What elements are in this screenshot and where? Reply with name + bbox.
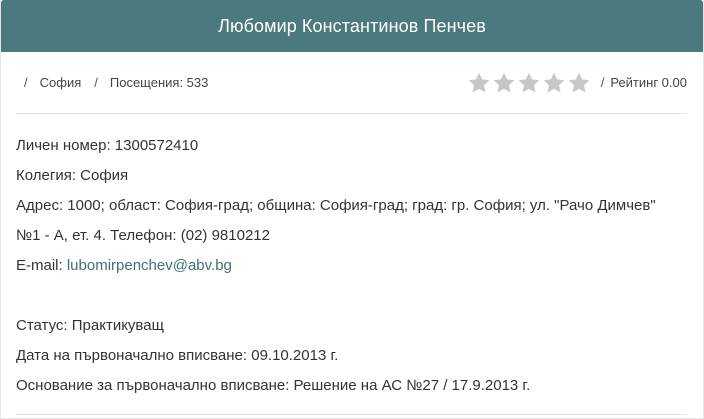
breadcrumb: / София / Посещения: 533: [16, 75, 208, 90]
rating-separator: /: [600, 75, 605, 90]
rating-value: Рейтинг 0.00: [610, 75, 687, 90]
email-row: E-mail: lubomirpenchev@abv.bg: [16, 251, 687, 281]
profile-header: Любомир Константинов Пенчев: [1, 0, 703, 52]
star-icon[interactable]: [567, 71, 591, 95]
star-icon[interactable]: [542, 71, 566, 95]
rating-stars[interactable]: [467, 71, 592, 95]
meta-row: / София / Посещения: 533 / Рейтинг 0.00: [16, 52, 687, 114]
details-section: Личен номер: 1300572410 Колегия: София А…: [16, 131, 687, 401]
city-label: София: [39, 75, 82, 90]
bottom-divider: [16, 414, 687, 415]
star-icon[interactable]: [467, 71, 491, 95]
email-link[interactable]: lubomirpenchev@abv.bg: [67, 257, 232, 274]
address-line-1: Адрес: 1000; област: София-град; община:…: [16, 197, 656, 214]
star-icon[interactable]: [492, 71, 516, 95]
breadcrumb-separator: /: [94, 75, 98, 90]
star-icon[interactable]: [517, 71, 541, 95]
visits-count: Посещения: 533: [109, 75, 209, 90]
personal-number: Личен номер: 1300572410: [16, 137, 199, 154]
address-line-2: №1 - А, ет. 4. Телефон: (02) 9810212: [16, 227, 270, 244]
collegium: Колегия: София: [16, 167, 129, 184]
registration-date: Дата на първоначално вписване: 09.10.201…: [16, 347, 339, 364]
registration-basis: Основание за първоначално вписване: Реше…: [16, 377, 531, 394]
profile-card: Любомир Константинов Пенчев / София / По…: [0, 0, 704, 419]
email-label: E-mail:: [16, 257, 67, 274]
rating-area: / Рейтинг 0.00: [467, 71, 687, 95]
status: Статус: Практикуващ: [16, 317, 164, 334]
profile-name: Любомир Константинов Пенчев: [218, 15, 486, 36]
breadcrumb-separator: /: [24, 75, 28, 90]
